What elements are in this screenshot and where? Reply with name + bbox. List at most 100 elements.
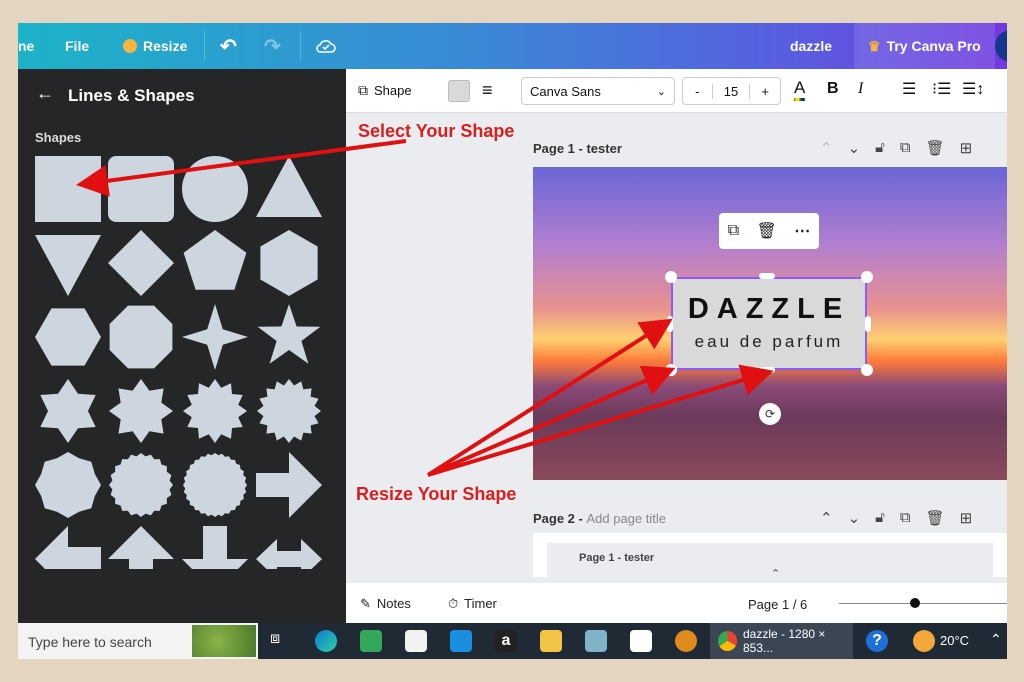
pentagon-shape[interactable]	[183, 230, 247, 290]
lock-icon[interactable]: 🔓︎	[875, 139, 885, 157]
tripadvisor-icon[interactable]	[360, 630, 382, 652]
12-point-star-shape[interactable]	[183, 379, 247, 443]
circle-shape[interactable]	[182, 156, 248, 222]
try-canva-pro-button[interactable]: ♛ Try Canva Pro	[854, 23, 995, 69]
add-page-icon[interactable]: ⊞	[960, 509, 973, 527]
triangle-shape[interactable]	[256, 156, 322, 217]
resize-handle-left[interactable]	[667, 316, 673, 332]
text-color-button[interactable]: A	[794, 78, 806, 101]
lock-icon[interactable]: 🔓︎	[875, 509, 885, 527]
line-spacing-icon[interactable]: ☰↕	[962, 79, 984, 99]
store-icon[interactable]	[405, 630, 427, 652]
align-center-icon[interactable]: ☰	[902, 79, 916, 99]
resize-handle-tr[interactable]	[861, 271, 873, 283]
help-icon[interactable]: ?	[866, 630, 888, 652]
move-up-icon[interactable]: ⌃	[820, 509, 833, 527]
selected-shape[interactable]: DAZZLE eau de parfum	[671, 277, 867, 370]
resize-button[interactable]: Resize	[123, 36, 187, 56]
page1-title[interactable]: Page 1 - tester	[533, 141, 622, 156]
zoom-slider-thumb[interactable]	[909, 598, 920, 608]
italic-button[interactable]: I	[858, 80, 863, 98]
page2-content[interactable]: Page 1 - tester	[533, 533, 1007, 583]
weather-icon[interactable]	[913, 630, 935, 652]
icloud-icon[interactable]	[630, 630, 652, 652]
document-name[interactable]: dazzle	[790, 36, 832, 56]
mail-icon[interactable]	[450, 630, 472, 652]
weather-temp[interactable]: 20°C	[940, 633, 969, 648]
avatar[interactable]	[995, 30, 1007, 62]
page-indicator[interactable]: Page 1 / 6	[748, 597, 807, 612]
rounded-square-shape[interactable]	[108, 156, 174, 222]
move-down-icon[interactable]: ⌄	[848, 139, 861, 157]
serrated-circle-shape[interactable]	[183, 453, 247, 517]
16-point-star-shape[interactable]	[257, 379, 321, 443]
list-icon[interactable]: ⁝☰	[932, 79, 951, 99]
square-shape[interactable]	[35, 156, 101, 222]
amazon-icon[interactable]: a	[495, 630, 517, 652]
trash-icon[interactable]: 🗑︎	[926, 139, 945, 157]
task-view-icon[interactable]: ⧈	[270, 630, 292, 652]
edge-icon[interactable]	[315, 630, 337, 652]
duplicate-icon[interactable]: ⧉	[900, 139, 911, 157]
arrow-left-shape[interactable]	[35, 526, 101, 569]
resize-handle-bottom[interactable]	[759, 367, 775, 373]
show-hidden-icons[interactable]: ⌃	[990, 631, 1002, 648]
hexagon-flat-shape[interactable]	[35, 308, 101, 366]
vpn-icon[interactable]	[675, 630, 697, 652]
font-dropdown[interactable]: Canva Sans ⌄	[521, 77, 675, 105]
arrow-right-shape[interactable]	[256, 452, 322, 518]
shape-button[interactable]: ⧉ Shape	[358, 82, 412, 99]
redo-icon[interactable]: ↷	[264, 36, 281, 58]
add-page-icon[interactable]: ⊞	[960, 139, 973, 157]
5-point-star-shape[interactable]	[257, 304, 321, 364]
resize-handle-bl[interactable]	[665, 364, 677, 376]
duplicate-icon[interactable]: ⧉	[900, 509, 911, 527]
move-down-icon[interactable]: ⌄	[848, 509, 861, 527]
search-input[interactable]: Type here to search	[28, 634, 152, 650]
cloud-saved-icon[interactable]	[316, 36, 336, 56]
file-explorer-icon[interactable]	[540, 630, 562, 652]
scalloped-octagon-shape[interactable]	[35, 452, 101, 518]
more-options-icon[interactable]: ⋯	[794, 221, 810, 241]
resize-handle-top[interactable]	[759, 273, 775, 279]
undo-icon[interactable]: ↶	[220, 36, 237, 58]
arrow-up-shape[interactable]	[108, 526, 174, 569]
resize-handle-br[interactable]	[861, 364, 873, 376]
font-size-input[interactable]: 15	[713, 83, 751, 99]
duplicate-icon[interactable]: ⧉	[728, 222, 739, 240]
expand-pages-icon[interactable]: ⌃	[771, 567, 780, 580]
bold-button[interactable]: B	[827, 80, 839, 98]
octagon-shape[interactable]	[109, 305, 173, 369]
page2-title[interactable]: Page 2 - Add page title	[533, 511, 666, 526]
6-point-star-shape[interactable]	[40, 379, 96, 443]
rotate-handle-icon[interactable]: ⟳	[759, 403, 781, 425]
arrow-down-shape[interactable]	[182, 526, 248, 569]
hexagon-shape[interactable]	[260, 230, 318, 296]
design-page[interactable]: ⧉ 🗑︎ ⋯ DAZZLE eau de parfum ⟳	[533, 167, 1007, 480]
4-point-star-shape[interactable]	[182, 304, 248, 370]
taskbar-search[interactable]: Type here to search	[18, 623, 258, 659]
decrease-size-button[interactable]: -	[683, 83, 713, 99]
page2-title-placeholder[interactable]: Add page title	[586, 511, 666, 526]
8-point-star-shape[interactable]	[109, 379, 173, 443]
trash-icon[interactable]: 🗑︎	[757, 221, 777, 241]
taskbar-chrome-window[interactable]: dazzle - 1280 × 853...	[710, 623, 853, 659]
arrow-left-right-shape[interactable]	[256, 539, 322, 569]
home-menu[interactable]: ne	[18, 36, 34, 56]
design-subtitle-text[interactable]: eau de parfum	[673, 332, 865, 352]
diamond-shape[interactable]	[108, 230, 174, 296]
scalloped-circle-shape[interactable]	[109, 453, 173, 517]
resize-handle-tl[interactable]	[665, 271, 677, 283]
increase-size-button[interactable]: +	[750, 84, 780, 99]
inverted-triangle-shape[interactable]	[35, 235, 101, 296]
design-title-text[interactable]: DAZZLE	[673, 293, 865, 326]
resize-handle-right[interactable]	[865, 316, 871, 332]
move-up-icon[interactable]: ⌃	[820, 139, 833, 157]
border-style-icon[interactable]: ≡	[482, 80, 493, 101]
notepad-icon[interactable]	[585, 630, 607, 652]
fill-color-swatch[interactable]	[448, 80, 470, 102]
file-menu[interactable]: File	[65, 36, 89, 56]
zoom-slider[interactable]	[839, 598, 1007, 608]
timer-button[interactable]: ⏱︎ Timer	[448, 596, 497, 612]
notes-button[interactable]: ✎ Notes	[360, 596, 411, 612]
